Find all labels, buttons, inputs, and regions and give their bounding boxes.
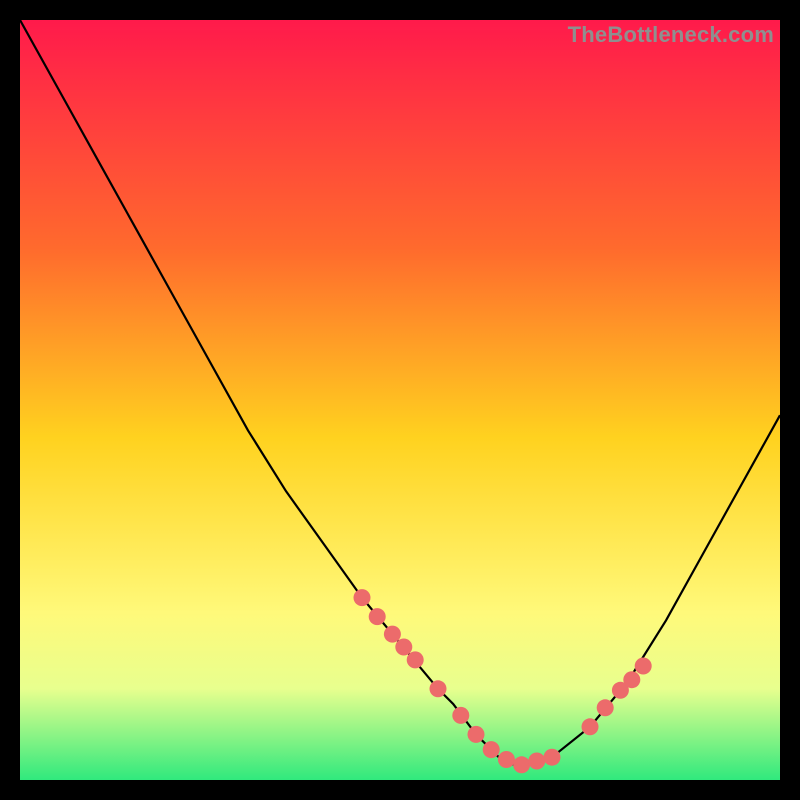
chart-frame: TheBottleneck.com <box>20 20 780 780</box>
marker-dot <box>528 753 545 770</box>
marker-dot <box>407 651 424 668</box>
bottleneck-chart <box>20 20 780 780</box>
marker-dot <box>597 699 614 716</box>
marker-dot <box>623 671 640 688</box>
marker-dot <box>513 756 530 773</box>
watermark-text: TheBottleneck.com <box>568 22 774 48</box>
marker-dot <box>384 626 401 643</box>
marker-dot <box>498 751 515 768</box>
marker-dot <box>483 741 500 758</box>
marker-dot <box>354 589 371 606</box>
gradient-bg <box>20 20 780 780</box>
marker-dot <box>582 718 599 735</box>
marker-dot <box>395 639 412 656</box>
marker-dot <box>544 749 561 766</box>
marker-dot <box>635 658 652 675</box>
marker-dot <box>430 680 447 697</box>
marker-dot <box>468 726 485 743</box>
marker-dot <box>452 707 469 724</box>
marker-dot <box>369 608 386 625</box>
